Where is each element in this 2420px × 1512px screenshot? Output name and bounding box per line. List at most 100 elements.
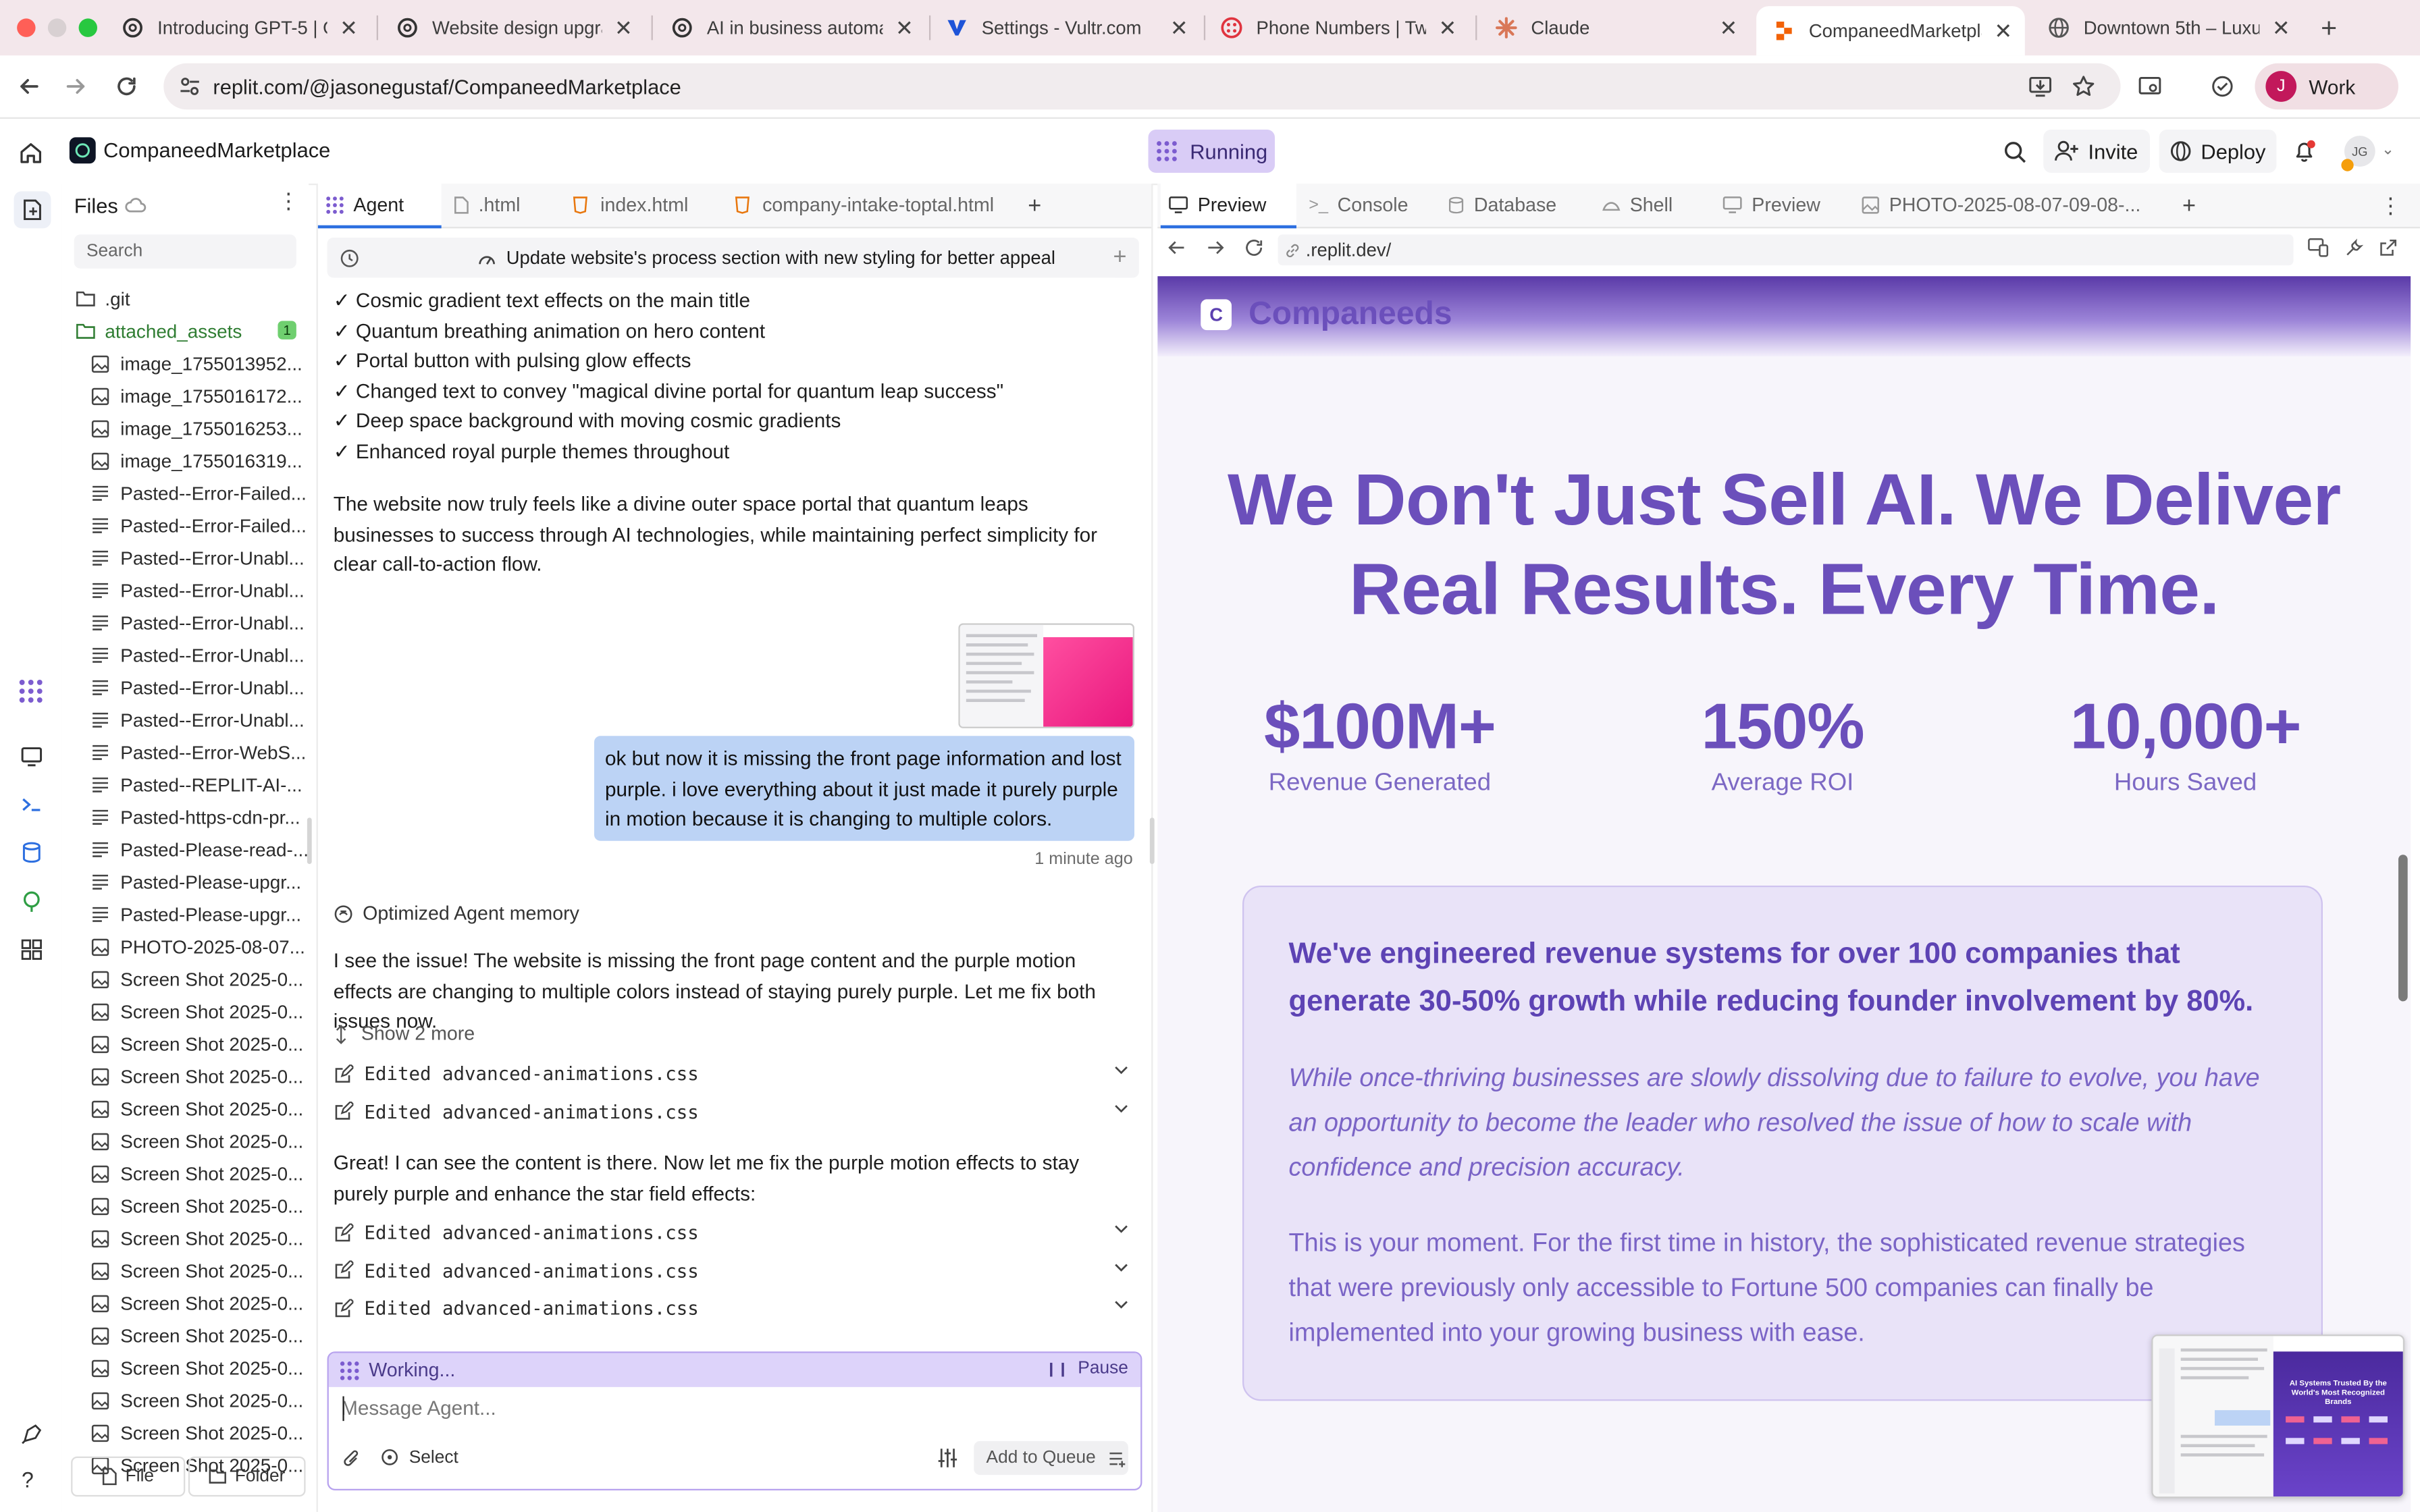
new-tab-button[interactable]: +	[2315, 14, 2343, 42]
close-window-button[interactable]	[17, 18, 36, 37]
tab-database[interactable]: Database	[1444, 184, 1586, 227]
project-name[interactable]: CompaneedMarketplace	[103, 139, 330, 162]
bookmark-star-icon[interactable]	[2065, 68, 2102, 105]
edited-file-row[interactable]: Edited advanced-animations.css	[334, 1216, 1142, 1249]
tab-company-intake[interactable]: company-intake-toptal.html	[731, 184, 997, 227]
notifications-bell-icon[interactable]	[2289, 136, 2320, 167]
chevron-down-icon[interactable]	[1113, 1062, 1130, 1079]
file-name: Pasted--Error-Unabl...	[120, 547, 305, 569]
browser-tab[interactable]: Downtown 5th – Luxury ✕	[2031, 6, 2303, 49]
agent-resize-handle[interactable]	[1149, 817, 1155, 864]
tab-preview[interactable]: Preview	[1160, 183, 1296, 229]
site-settings-icon[interactable]	[179, 76, 201, 97]
tab-agent[interactable]: Agent	[317, 183, 442, 229]
close-tab-icon[interactable]: ✕	[1991, 18, 2016, 43]
browser-tab[interactable]: Phone Numbers | Twilio ✕	[1204, 6, 1469, 49]
attach-paperclip-icon[interactable]	[342, 1449, 361, 1470]
chevron-down-icon[interactable]	[1113, 1100, 1130, 1116]
preview-reload-icon[interactable]	[1244, 238, 1265, 258]
tab-preview-2[interactable]: Preview	[1719, 184, 1845, 227]
edited-file-row[interactable]: Edited advanced-animations.css	[334, 1291, 1142, 1325]
all-tools-icon[interactable]	[16, 935, 47, 963]
preview-url-bar[interactable]: .replit.dev/	[1278, 234, 2294, 266]
tab-photo[interactable]: PHOTO-2025-08-07-09-08-...	[1858, 184, 2145, 227]
open-external-icon[interactable]	[2378, 238, 2398, 258]
maximize-window-button[interactable]	[78, 18, 97, 37]
new-folder-button[interactable]: Folder	[188, 1456, 306, 1497]
forward-icon[interactable]	[57, 68, 95, 105]
shell-tool-icon[interactable]	[16, 790, 47, 817]
agent-tool-icon[interactable]	[16, 677, 47, 705]
preview-back-icon[interactable]	[1167, 238, 1188, 258]
select-element-button[interactable]: Select	[379, 1447, 458, 1467]
panel-menu-icon[interactable]: ⋮	[2380, 184, 2396, 227]
files-search-input[interactable]: Search	[74, 234, 296, 269]
profile-button[interactable]: J Work	[2255, 63, 2398, 110]
close-tab-icon[interactable]: ✕	[1716, 16, 1741, 40]
edited-file-row[interactable]: Edited advanced-animations.css	[334, 1253, 1142, 1287]
close-tab-icon[interactable]: ✕	[1167, 16, 1192, 40]
preview-forward-icon[interactable]	[1205, 238, 1227, 258]
preview-scrollbar[interactable]	[2398, 855, 2408, 1002]
message-agent-input[interactable]: Message Agent...	[341, 1397, 496, 1420]
devtools-wrench-icon[interactable]	[2344, 238, 2365, 258]
chevron-down-icon[interactable]	[1113, 1258, 1130, 1275]
browser-tab[interactable]: Introducing GPT-5 | Op ✕	[105, 6, 370, 49]
deploy-button[interactable]: Deploy	[2159, 129, 2277, 173]
chevron-down-icon[interactable]	[1113, 1296, 1130, 1313]
settings-sliders-icon[interactable]	[937, 1447, 958, 1469]
new-tab-plus-icon[interactable]: +	[2182, 184, 2207, 227]
url-bar[interactable]: replit.com/@jasonegustaf/CompaneedMarket…	[163, 63, 2121, 110]
bug-report-icon[interactable]	[16, 1420, 47, 1447]
show-more-button[interactable]: Show 2 more	[334, 1020, 475, 1048]
add-to-queue-button[interactable]: Add to Queue	[974, 1440, 1128, 1476]
attached-screenshot-thumbnail[interactable]	[958, 623, 1134, 728]
install-app-icon[interactable]	[2022, 68, 2059, 105]
history-icon[interactable]	[340, 248, 360, 268]
home-icon[interactable]	[16, 137, 47, 168]
browser-tab-active[interactable]: CompaneedMarketplac ✕	[1756, 6, 2025, 56]
close-tab-icon[interactable]: ✕	[611, 16, 636, 40]
tab-console[interactable]: >_ Console	[1306, 184, 1436, 227]
close-tab-icon[interactable]: ✕	[1436, 16, 1461, 40]
new-file-button[interactable]: File	[71, 1456, 186, 1497]
preview-tool-icon[interactable]	[16, 742, 47, 770]
tab-shell[interactable]: Shell	[1599, 184, 1710, 227]
site-brand[interactable]: Companeeds	[1248, 296, 1452, 333]
browser-tab[interactable]: Website design upgrad ✕	[379, 6, 645, 49]
tab-index-html[interactable]: index.html	[569, 184, 716, 227]
pause-button[interactable]: ❙❙ Pause	[1045, 1359, 1128, 1378]
browser-tab[interactable]: AI in business automati ✕	[654, 6, 926, 49]
site-logo[interactable]: C	[1201, 299, 1232, 331]
edited-file-row[interactable]: Edited advanced-animations.css	[334, 1057, 1142, 1091]
extensions-icon[interactable]	[2204, 68, 2241, 105]
chevron-down-icon[interactable]: ⌄	[2382, 142, 2394, 159]
agent-reply-2: Great! I can see the content is there. N…	[333, 1151, 1080, 1204]
files-menu-icon[interactable]: ⋮	[278, 190, 299, 211]
help-icon[interactable]: ?	[22, 1467, 34, 1492]
invite-button[interactable]: Invite	[2043, 129, 2150, 173]
back-icon[interactable]	[11, 68, 48, 105]
files-resize-handle[interactable]	[307, 817, 312, 864]
new-tab-plus-icon[interactable]: +	[1028, 184, 1059, 227]
browser-tab[interactable]: Claude ✕	[1479, 6, 1750, 49]
reload-icon[interactable]	[108, 68, 145, 105]
devices-icon[interactable]	[2307, 238, 2329, 258]
new-thread-icon[interactable]: +	[1113, 244, 1127, 270]
chevron-down-icon[interactable]	[1113, 1220, 1130, 1237]
tab-search-icon[interactable]	[2132, 68, 2169, 105]
database-tool-icon[interactable]	[16, 838, 47, 865]
close-tab-icon[interactable]: ✕	[336, 16, 361, 40]
tab-html[interactable]: .html	[450, 184, 558, 227]
close-tab-icon[interactable]: ✕	[892, 16, 917, 40]
files-tool-icon[interactable]	[14, 191, 51, 229]
file-name: Pasted-Please-upgr...	[120, 871, 302, 893]
edited-file-row[interactable]: Edited advanced-animations.css	[334, 1095, 1142, 1129]
browser-tab[interactable]: Settings - Vultr.com ✕	[929, 6, 1201, 49]
close-tab-icon[interactable]: ✕	[2269, 16, 2294, 40]
deployments-tool-icon[interactable]	[16, 887, 47, 915]
pip-thumbnail[interactable]: AI Systems Trusted By the World's Most R…	[2151, 1334, 2405, 1498]
minimize-window-button[interactable]	[47, 18, 67, 37]
run-status-button[interactable]: Running	[1148, 129, 1275, 173]
search-icon[interactable]	[2000, 137, 2028, 165]
